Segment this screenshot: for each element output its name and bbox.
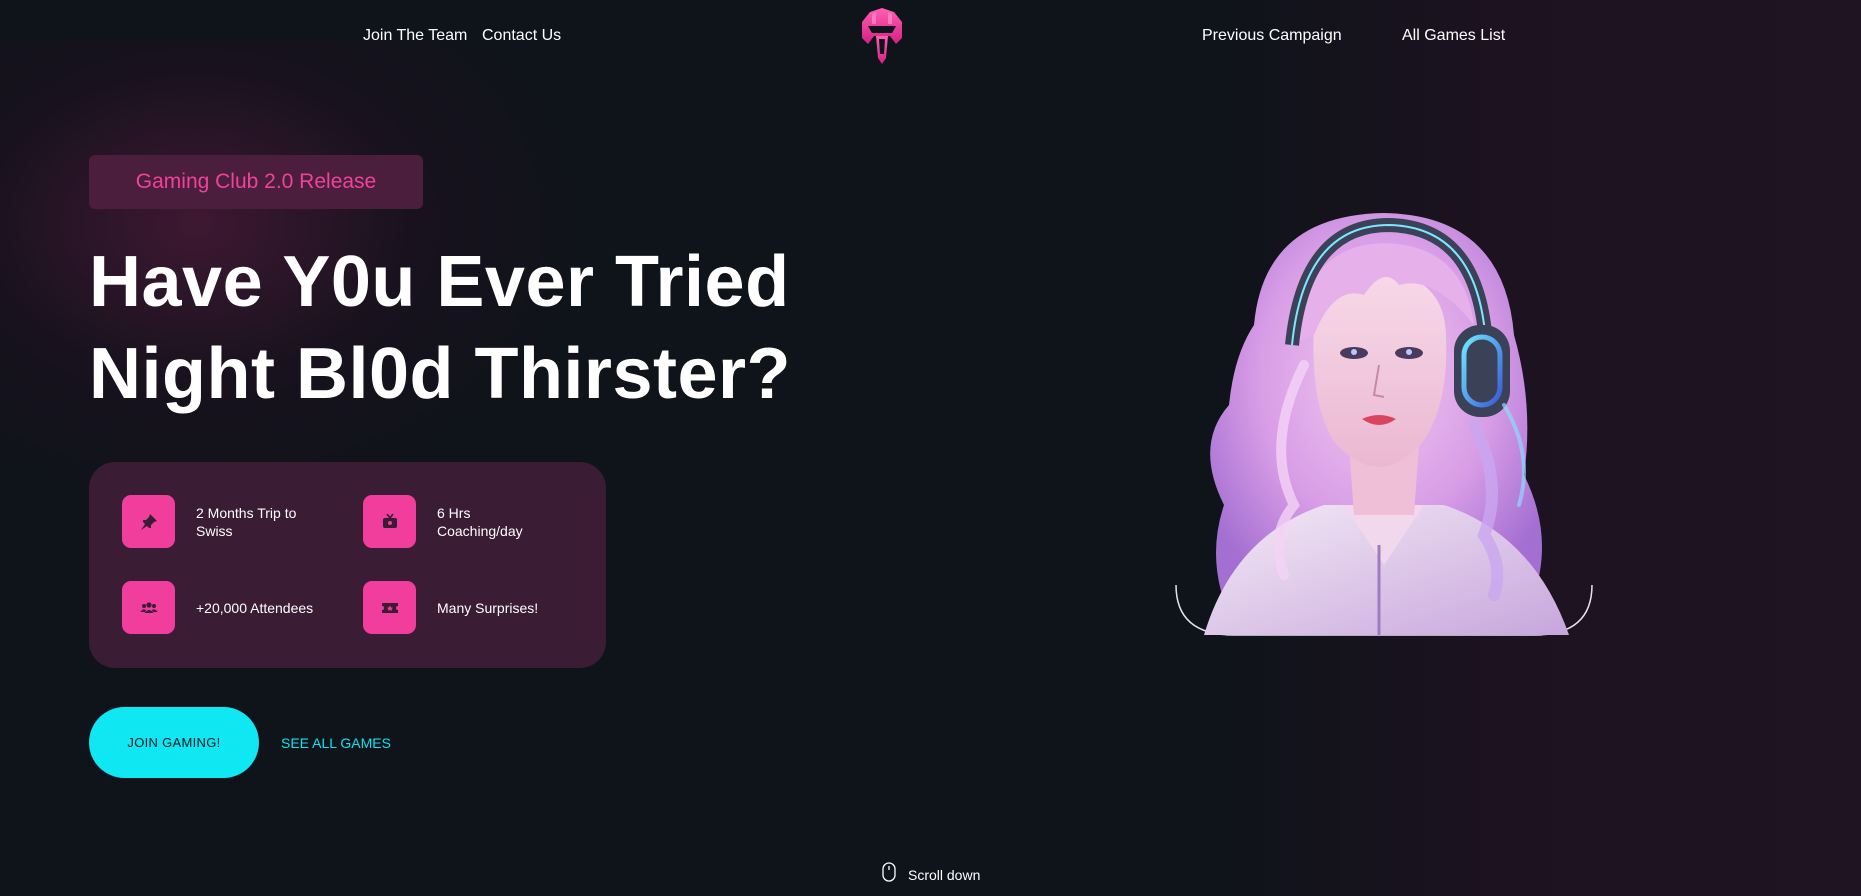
- feature-item-surprises: Many Surprises!: [363, 581, 557, 634]
- feature-text-attendees: +20,000 Attendees: [196, 599, 314, 616]
- pin-icon: [122, 495, 175, 548]
- ticket-icon: [363, 581, 416, 634]
- feature-item-coaching: 6 Hrs Coaching/day: [363, 495, 557, 548]
- hero-headline: Have Y0u Ever Tried Night Bl0d Thirster?: [89, 236, 791, 420]
- see-all-games-link[interactable]: SEE ALL GAMES: [281, 735, 391, 751]
- feature-item-attendees: +20,000 Attendees: [122, 581, 316, 634]
- headline-line-1: Have Y0u Ever Tried: [89, 242, 790, 322]
- scroll-down-indicator[interactable]: Scroll down: [882, 862, 980, 887]
- tv-icon: [363, 495, 416, 548]
- scroll-down-label: Scroll down: [908, 866, 981, 883]
- nav-contact-us-link[interactable]: Contact Us: [482, 27, 561, 45]
- mouse-icon: [882, 862, 896, 887]
- join-gaming-button[interactable]: JOIN GAMING!: [89, 707, 259, 778]
- release-badge: Gaming Club 2.0 Release: [89, 155, 423, 209]
- nav-join-the-team-link[interactable]: Join The Team: [363, 27, 467, 45]
- users-icon: [122, 581, 175, 634]
- gamer-girl-headphones-illustration: [1174, 205, 1594, 637]
- helmet-logo-icon[interactable]: [858, 6, 906, 66]
- feature-text-surprises: Many Surprises!: [437, 599, 539, 616]
- features-card: 2 Months Trip to Swiss 6 Hrs Coaching/da…: [89, 462, 606, 668]
- nav-previous-campaign-link[interactable]: Previous Campaign: [1202, 27, 1342, 45]
- headline-line-2: Night Bl0d Thirster?: [89, 334, 792, 414]
- feature-text-trip: 2 Months Trip to Swiss: [196, 504, 297, 539]
- feature-text-coaching: 6 Hrs Coaching/day: [437, 504, 523, 539]
- feature-item-trip: 2 Months Trip to Swiss: [122, 495, 316, 548]
- nav-all-games-list-link[interactable]: All Games List: [1402, 27, 1505, 45]
